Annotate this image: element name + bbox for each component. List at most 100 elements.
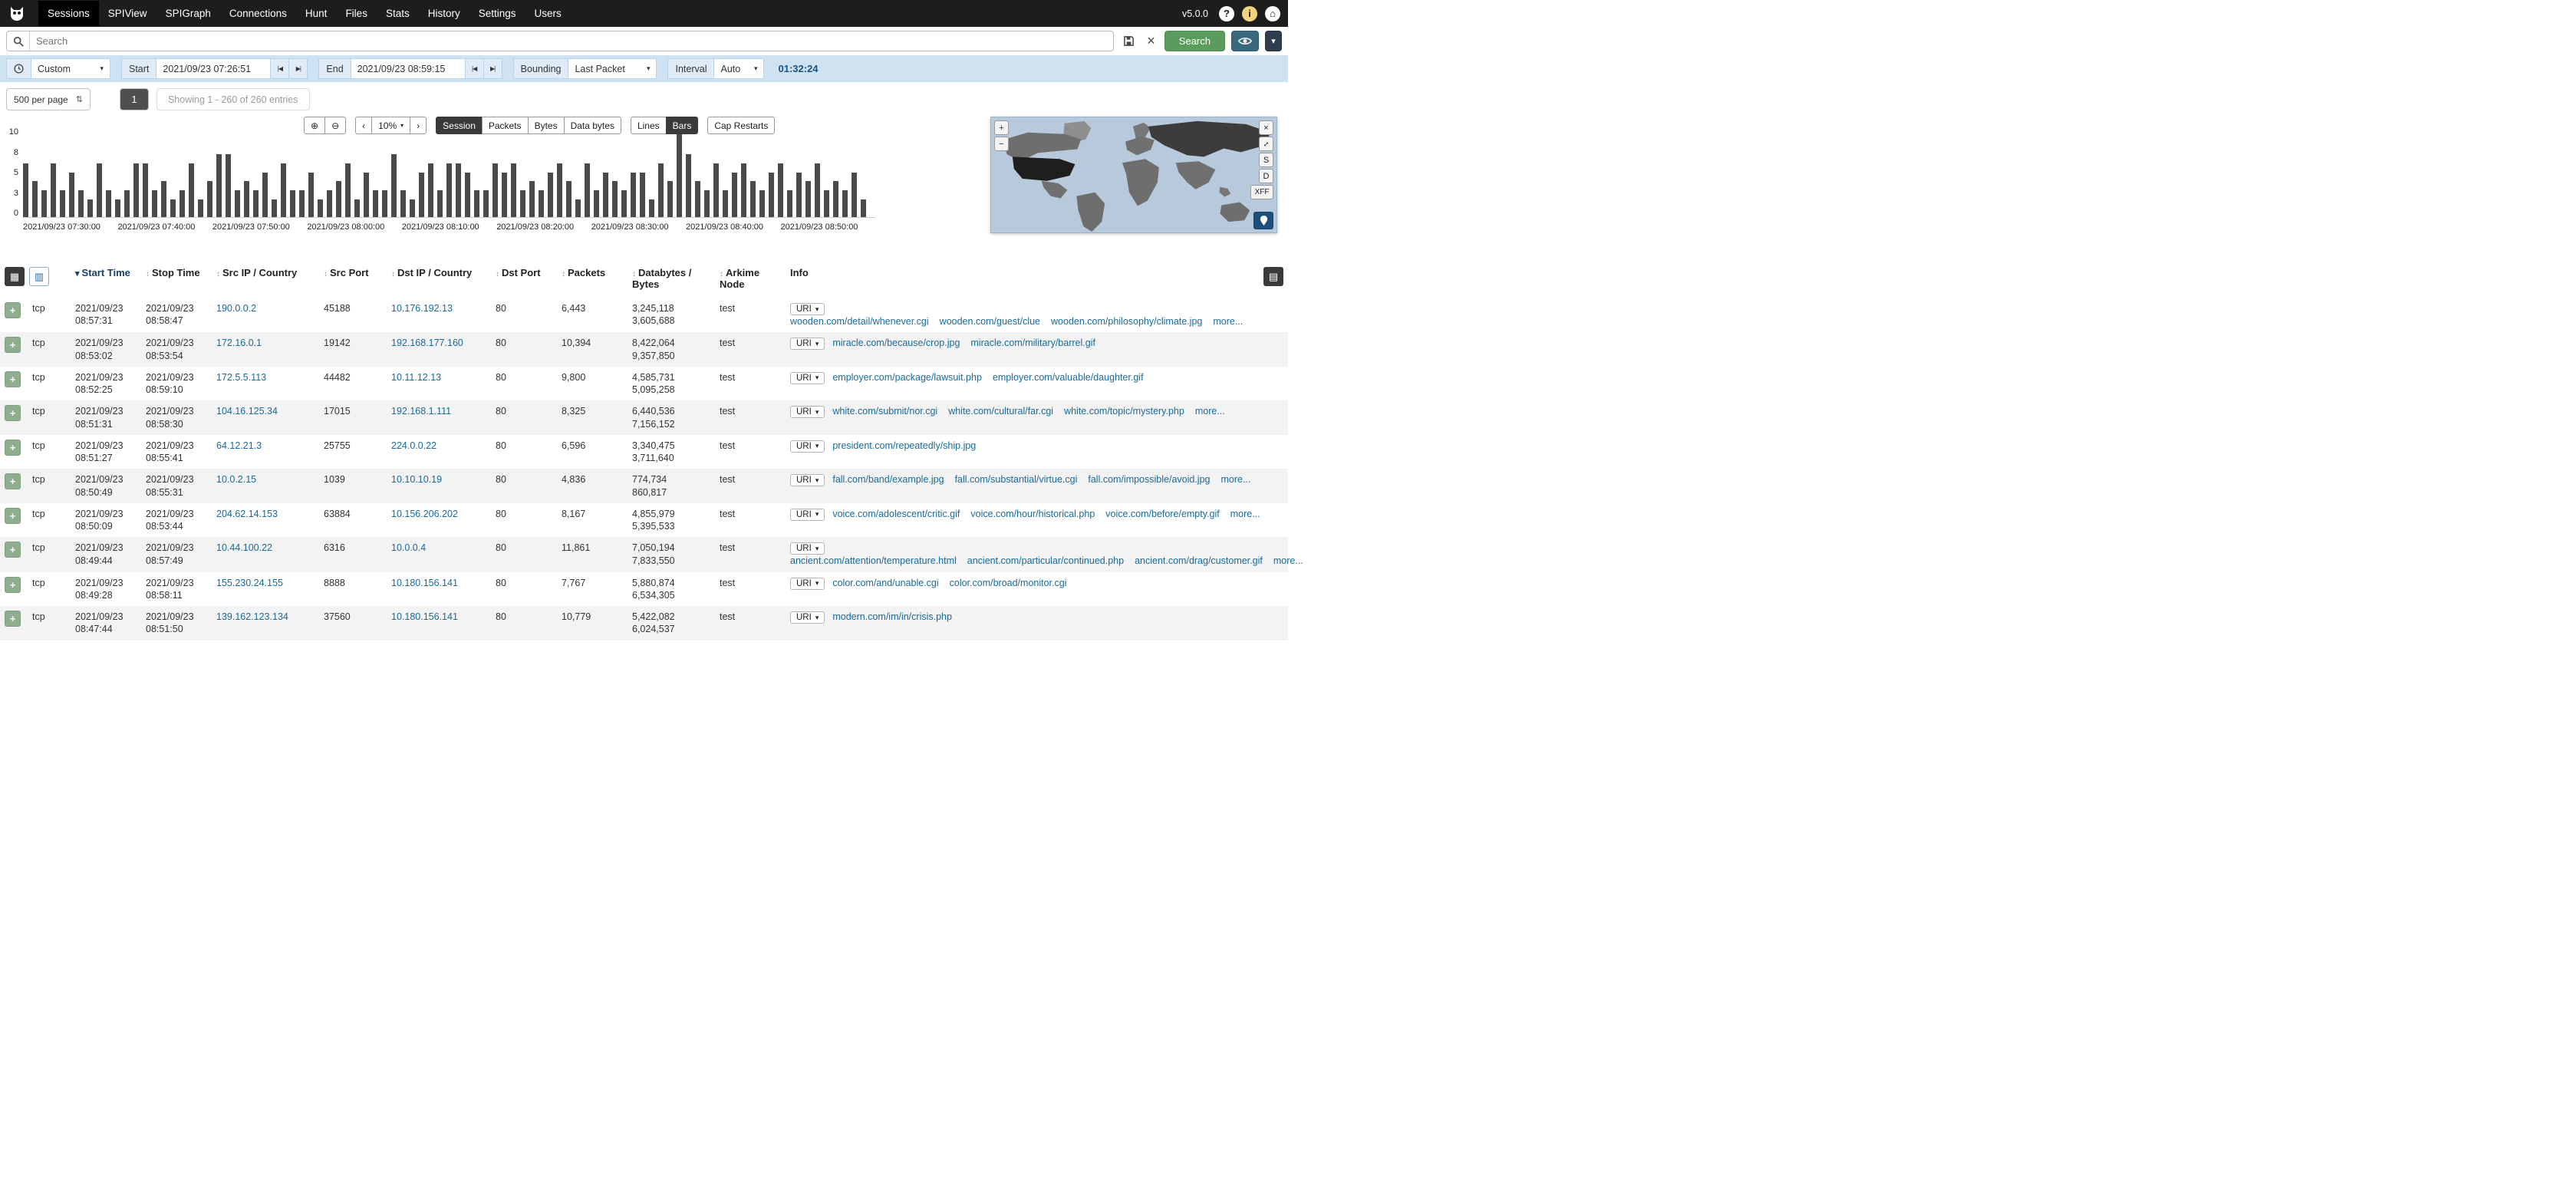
add-filter-button[interactable]: + [5, 337, 21, 353]
skip-forward-icon[interactable]: ▶| [288, 58, 308, 79]
packets-cell[interactable]: 10,394 [557, 332, 628, 367]
databytes-cell[interactable]: 8,422,064 9,357,850 [628, 332, 715, 367]
add-filter-button[interactable]: + [5, 542, 21, 558]
dst-ip-link[interactable]: 10.180.156.141 [391, 578, 458, 588]
zoom-out-icon[interactable]: ⊖ [324, 117, 346, 134]
help-icon[interactable]: ? [1219, 6, 1234, 21]
graph-bar[interactable] [640, 173, 645, 218]
protocol-cell[interactable]: tcp [28, 367, 71, 401]
graph-bar[interactable] [308, 173, 314, 218]
graph-bar[interactable] [492, 163, 498, 217]
protocol-cell[interactable]: tcp [28, 503, 71, 538]
graph-bar[interactable] [778, 163, 783, 217]
toggle-packets[interactable]: Packets [482, 117, 529, 134]
packets-cell[interactable]: 8,325 [557, 400, 628, 435]
node-cell[interactable]: test [715, 469, 786, 503]
src-ip-link[interactable]: 139.162.123.134 [216, 611, 288, 622]
per-page-select[interactable]: 500 per page ⇅ [6, 88, 91, 110]
databytes-cell[interactable]: 774,734 860,817 [628, 469, 715, 503]
graph-bar[interactable] [520, 190, 525, 217]
info-uri-link[interactable]: white.com/cultural/far.cgi [948, 406, 1053, 417]
uri-dropdown-button[interactable]: URI▾ [790, 509, 825, 521]
map-src-toggle[interactable]: S [1259, 153, 1273, 167]
toggle-bytes[interactable]: Bytes [528, 117, 565, 134]
graph-plot[interactable] [23, 127, 875, 218]
graph-bar[interactable] [539, 190, 544, 217]
dst-ip-link[interactable]: 224.0.0.22 [391, 440, 436, 451]
graph-bar[interactable] [750, 181, 756, 217]
graph-bar[interactable] [189, 163, 194, 217]
sort-icon[interactable]: ↕ [146, 270, 150, 278]
graph-bar[interactable] [631, 173, 636, 218]
dst-port-cell[interactable]: 80 [491, 572, 557, 607]
packets-cell[interactable]: 10,779 [557, 606, 628, 641]
graph-bar[interactable] [456, 163, 461, 217]
info-uri-link[interactable]: voice.com/before/empty.gif [1105, 509, 1219, 519]
graph-bar[interactable] [787, 190, 792, 217]
start-time-cell[interactable]: 2021/09/23 08:57:31 [71, 298, 141, 332]
graph-bar[interactable] [732, 173, 737, 218]
user-info-icon[interactable]: i [1242, 6, 1257, 21]
toggle-lines[interactable]: Lines [631, 117, 667, 134]
nav-item-history[interactable]: History [419, 1, 469, 26]
pan-left-icon[interactable]: ‹ [355, 117, 372, 134]
add-filter-button[interactable]: + [5, 371, 21, 387]
graph-bar[interactable] [585, 163, 590, 217]
graph-bar[interactable] [437, 190, 443, 217]
graph-bar[interactable] [428, 163, 433, 217]
stop-time-cell[interactable]: 2021/09/23 08:58:47 [141, 298, 212, 332]
graph-bar[interactable] [216, 154, 222, 217]
bounding-select[interactable]: Last Packet▾ [568, 58, 657, 79]
graph-bar[interactable] [483, 190, 489, 217]
search-button[interactable]: Search [1164, 31, 1225, 51]
graph-bar[interactable] [502, 173, 507, 218]
zoom-in-icon[interactable]: ⊕ [304, 117, 325, 134]
map-zoom-out-button[interactable]: − [994, 137, 1009, 151]
nav-item-spigraph[interactable]: SPIGraph [156, 1, 220, 26]
dst-ip-link[interactable]: 10.10.10.19 [391, 474, 442, 485]
src-ip-link[interactable]: 172.16.0.1 [216, 338, 262, 348]
databytes-cell[interactable]: 5,880,874 6,534,305 [628, 572, 715, 607]
graph-bar[interactable] [272, 199, 277, 217]
graph-bar[interactable] [180, 190, 185, 217]
graph-bar[interactable] [382, 190, 387, 217]
packets-cell[interactable]: 8,167 [557, 503, 628, 538]
dst-port-cell[interactable]: 80 [491, 537, 557, 571]
graph-bar[interactable] [41, 190, 47, 217]
dst-ip-link[interactable]: 192.168.1.111 [391, 406, 451, 417]
src-port-cell[interactable]: 63884 [319, 503, 387, 538]
sort-icon[interactable]: ↕ [496, 270, 499, 278]
node-cell[interactable]: test [715, 400, 786, 435]
cap-restarts-toggle[interactable]: Cap Restarts [707, 117, 775, 134]
uri-dropdown-button[interactable]: URI▾ [790, 542, 825, 555]
dst-port-cell[interactable]: 80 [491, 298, 557, 332]
dst-port-cell[interactable]: 80 [491, 469, 557, 503]
src-ip-link[interactable]: 155.230.24.155 [216, 578, 283, 588]
sort-icon[interactable]: ↕ [720, 270, 723, 278]
more-link[interactable]: more... [1195, 406, 1225, 417]
info-uri-link[interactable]: white.com/topic/mystery.php [1064, 406, 1184, 417]
nav-item-users[interactable]: Users [525, 1, 571, 26]
add-filter-button[interactable]: + [5, 473, 21, 489]
src-ip-link[interactable]: 104.16.125.34 [216, 406, 278, 417]
start-time-cell[interactable]: 2021/09/23 08:50:49 [71, 469, 141, 503]
time-range-select[interactable]: Custom▾ [31, 58, 110, 79]
graph-bar[interactable] [511, 163, 516, 217]
info-uri-link[interactable]: president.com/repeatedly/ship.jpg [832, 440, 976, 451]
graph-bar[interactable] [658, 163, 664, 217]
nav-item-hunt[interactable]: Hunt [296, 1, 337, 26]
graph-bar[interactable] [419, 173, 424, 218]
graph-bar[interactable] [345, 163, 351, 217]
graph-bar[interactable] [566, 181, 572, 217]
graph-bar[interactable] [824, 190, 829, 217]
graph-bar[interactable] [226, 154, 231, 217]
src-ip-link[interactable]: 204.62.14.153 [216, 509, 278, 519]
start-time-cell[interactable]: 2021/09/23 08:53:02 [71, 332, 141, 367]
dst-port-cell[interactable]: 80 [491, 503, 557, 538]
views-dropdown-caret-icon[interactable]: ▾ [1265, 31, 1282, 51]
graph-bar[interactable] [253, 190, 259, 217]
src-port-cell[interactable]: 19142 [319, 332, 387, 367]
protocol-cell[interactable]: tcp [28, 469, 71, 503]
graph-bar[interactable] [78, 190, 84, 217]
info-uri-link[interactable]: voice.com/adolescent/critic.gif [832, 509, 960, 519]
